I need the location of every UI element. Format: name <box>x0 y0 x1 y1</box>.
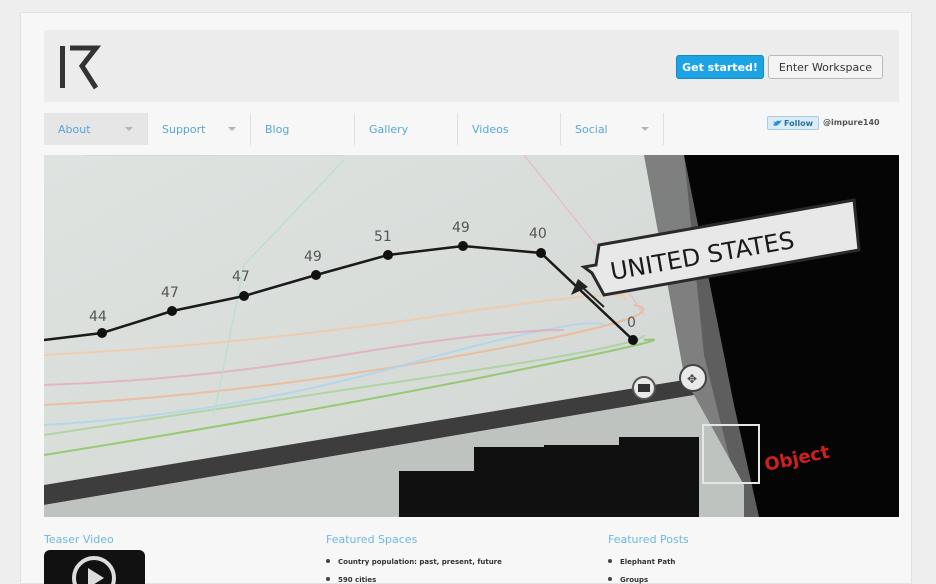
point-label: 40 <box>529 226 547 242</box>
teaser-video-thumbnail[interactable] <box>44 550 145 584</box>
chevron-down-icon <box>228 127 236 131</box>
nav-item-label: Blog <box>265 122 290 136</box>
chevron-down-icon <box>125 127 133 131</box>
hero-point <box>458 241 468 251</box>
point-label: 44 <box>89 309 107 325</box>
nav-item-videos[interactable]: Videos <box>458 113 561 145</box>
hero-point <box>311 270 321 280</box>
hero-callout: UNITED STATES <box>608 226 796 286</box>
point-label: 0 <box>627 315 636 331</box>
twitter-bird-icon <box>772 119 782 126</box>
twitter-follow-button[interactable]: Follow <box>767 116 819 130</box>
hero-object-label: Object <box>763 442 832 476</box>
featured-spaces-heading: Featured Spaces <box>326 533 418 546</box>
point-label: 47 <box>232 269 250 285</box>
get-started-button[interactable]: Get started! <box>676 55 764 79</box>
hero-overlay: 44 47 47 49 51 49 40 0 UNITED STATES Obj… <box>89 220 832 476</box>
point-label: 49 <box>304 249 322 265</box>
nav-item-gallery[interactable]: Gallery <box>355 113 458 145</box>
nav-item-label: Gallery <box>369 122 409 136</box>
nav-item-social[interactable]: Social <box>561 113 664 145</box>
teaser-video-heading: Teaser Video <box>44 533 114 546</box>
nav-item-blog[interactable]: Blog <box>251 113 355 145</box>
featured-posts-heading: Featured Posts <box>608 533 689 546</box>
enter-workspace-button[interactable]: Enter Workspace <box>768 55 883 79</box>
logo[interactable] <box>56 44 106 90</box>
nav-item-label: About <box>58 122 91 136</box>
featured-posts-list: Elephant Path Groups <box>604 553 675 584</box>
list-item[interactable]: Country population: past, present, futur… <box>322 553 502 571</box>
point-label: 49 <box>452 220 470 236</box>
list-item[interactable]: Elephant Path <box>604 553 675 571</box>
nav-item-support[interactable]: Support <box>148 113 251 145</box>
hero-point <box>239 291 249 301</box>
list-item[interactable]: 590 cities <box>322 571 502 584</box>
twitter-handle-link[interactable]: @impure140 <box>823 116 880 130</box>
point-label: 51 <box>374 229 392 245</box>
list-item[interactable]: Groups <box>604 571 675 584</box>
follow-label: Follow <box>783 118 813 128</box>
featured-spaces-list: Country population: past, present, futur… <box>322 553 502 584</box>
play-icon <box>72 556 116 584</box>
hero-point <box>628 335 638 345</box>
chevron-down-icon <box>641 127 649 131</box>
nav-item-label: Support <box>162 122 206 136</box>
point-label: 47 <box>161 285 179 301</box>
hero-point <box>536 248 546 258</box>
hero-point <box>97 328 107 338</box>
hero-point <box>167 306 177 316</box>
nav-item-label: Videos <box>472 122 509 136</box>
nav-item-about[interactable]: About <box>44 113 148 145</box>
hero-point <box>383 250 393 260</box>
nav-item-label: Social <box>575 122 608 136</box>
